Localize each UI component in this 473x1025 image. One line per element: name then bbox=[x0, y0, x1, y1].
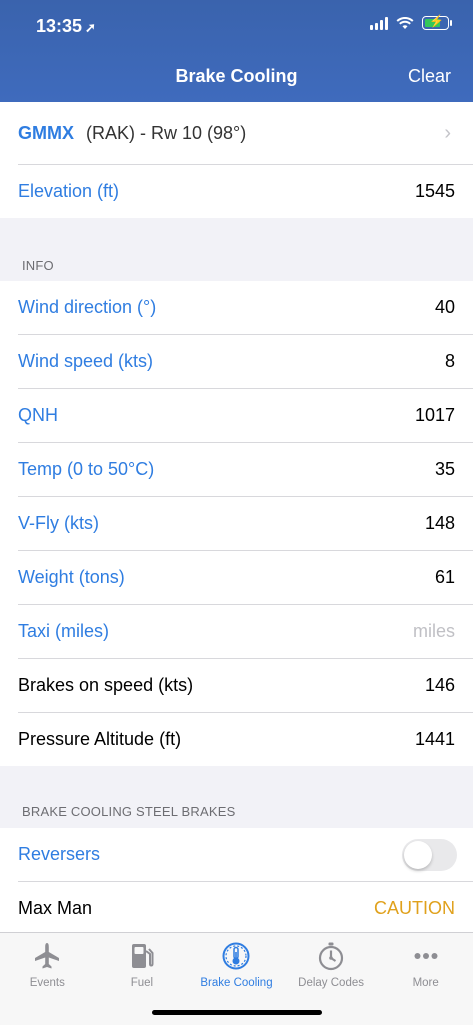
field-label: Weight (tons) bbox=[18, 567, 125, 587]
field-label: Temp (0 to 50°C) bbox=[18, 459, 155, 479]
brakes-on-speed-row: Brakes on speed (kts) 146 bbox=[18, 659, 473, 713]
airport-row[interactable]: GMMX (RAK) - Rw 10 (98°) › bbox=[18, 102, 473, 165]
temp-input[interactable]: 35 bbox=[435, 459, 455, 480]
wind-speed-row[interactable]: Wind speed (kts) 8 bbox=[18, 335, 473, 389]
fuel-pump-icon bbox=[131, 944, 154, 968]
elevation-label: Elevation (ft) bbox=[18, 181, 120, 201]
nav-bar: 13:35 ➚ ⚡ Brake Cooling Clear bbox=[0, 0, 473, 102]
field-label: Brakes on speed (kts) bbox=[18, 675, 194, 695]
location-arrow-icon: ➚ bbox=[85, 20, 96, 35]
status-icons: ⚡ bbox=[370, 14, 452, 30]
tab-label: Events bbox=[29, 977, 65, 989]
tab-more[interactable]: More bbox=[378, 933, 473, 1025]
field-label: Wind speed (kts) bbox=[18, 351, 154, 371]
more-icon bbox=[414, 953, 438, 959]
chevron-right-icon: › bbox=[444, 121, 451, 144]
vfly-input[interactable]: 148 bbox=[425, 513, 455, 534]
weight-input[interactable]: 61 bbox=[435, 567, 455, 588]
wind-speed-input[interactable]: 8 bbox=[445, 351, 455, 372]
wifi-icon bbox=[396, 16, 414, 29]
pressure-altitude-row: Pressure Altitude (ft) 1441 bbox=[18, 713, 473, 766]
reversers-row: Reversers bbox=[18, 828, 473, 882]
taxi-input[interactable]: miles bbox=[413, 621, 455, 642]
tab-events[interactable]: Events bbox=[0, 933, 95, 1025]
max-man-status: CAUTION bbox=[374, 898, 455, 918]
tab-label: Delay Codes bbox=[298, 977, 364, 989]
info-section-header: INFO bbox=[22, 258, 54, 273]
status-time: 13:35 ➚ bbox=[36, 16, 96, 37]
vfly-row[interactable]: V-Fly (kts) 148 bbox=[18, 497, 473, 551]
airport-detail: (RAK) - Rw 10 (98°) bbox=[86, 122, 247, 143]
toggle-knob bbox=[404, 840, 432, 869]
max-man-label: Max Man bbox=[18, 898, 93, 918]
tab-label: More bbox=[412, 977, 439, 989]
field-label: QNH bbox=[18, 405, 58, 425]
field-label: Pressure Altitude (ft) bbox=[18, 729, 182, 749]
clock-label: 13:35 bbox=[36, 16, 83, 36]
stopwatch-icon bbox=[318, 942, 344, 971]
qnh-row[interactable]: QNH 1017 bbox=[18, 389, 473, 443]
wind-direction-input[interactable]: 40 bbox=[435, 297, 455, 318]
temp-row[interactable]: Temp (0 to 50°C) 35 bbox=[18, 443, 473, 497]
airport-code: GMMX bbox=[18, 122, 74, 143]
thermometer-icon bbox=[222, 942, 250, 970]
airport-section: GMMX (RAK) - Rw 10 (98°) › Elevation (ft… bbox=[0, 102, 473, 218]
brake-section-header: BRAKE COOLING STEEL BRAKES bbox=[22, 804, 236, 819]
weight-row[interactable]: Weight (tons) 61 bbox=[18, 551, 473, 605]
max-man-row: Max Man CAUTION bbox=[18, 882, 473, 935]
field-label: Taxi (miles) bbox=[18, 621, 110, 641]
battery-icon: ⚡ bbox=[422, 14, 452, 30]
taxi-row[interactable]: Taxi (miles) miles bbox=[18, 605, 473, 659]
wind-direction-row[interactable]: Wind direction (°) 40 bbox=[18, 281, 473, 335]
field-label: V-Fly (kts) bbox=[18, 513, 99, 533]
brake-cooling-section: Reversers Max Man CAUTION bbox=[0, 828, 473, 935]
home-indicator[interactable] bbox=[152, 1010, 322, 1015]
signal-icon bbox=[370, 16, 388, 30]
field-label: Wind direction (°) bbox=[18, 297, 157, 317]
clear-button[interactable]: Clear bbox=[408, 66, 451, 87]
reversers-label: Reversers bbox=[18, 844, 101, 864]
pressure-altitude-value: 1441 bbox=[414, 729, 455, 749]
page-title: Brake Cooling bbox=[175, 66, 298, 86]
airplane-icon bbox=[35, 943, 60, 969]
reversers-toggle[interactable] bbox=[402, 838, 457, 871]
elevation-row: Elevation (ft) 1545 bbox=[18, 165, 473, 218]
tab-label: Fuel bbox=[130, 977, 154, 989]
qnh-input[interactable]: 1017 bbox=[415, 405, 455, 426]
tab-label: Brake Cooling bbox=[200, 977, 273, 989]
brakes-on-speed-value: 146 bbox=[424, 675, 455, 695]
elevation-value: 1545 bbox=[414, 181, 455, 201]
info-section: Wind direction (°) 40 Wind speed (kts) 8… bbox=[0, 281, 473, 766]
